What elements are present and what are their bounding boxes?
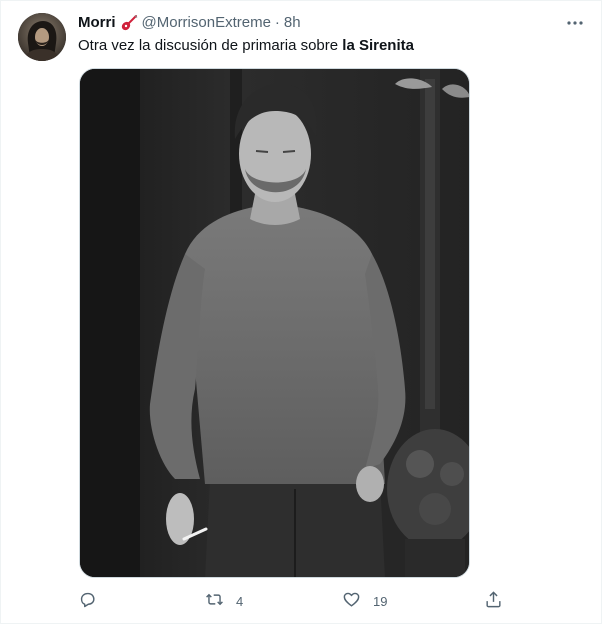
tweet-photo[interactable] — [79, 68, 470, 578]
tweet-time[interactable]: 8h — [284, 13, 301, 33]
avatar[interactable] — [18, 13, 66, 61]
author-name[interactable]: Morri — [78, 13, 116, 33]
reply-button[interactable] — [78, 589, 109, 613]
share-button[interactable] — [484, 589, 515, 613]
share-icon — [484, 590, 503, 612]
tweet-header: Morri @MorrisonExtreme · 8h — [78, 13, 585, 33]
retweet-button[interactable]: 4 — [205, 589, 243, 613]
author-handle[interactable]: @MorrisonExtreme — [142, 13, 271, 33]
tweet-text-prefix: Otra vez la discusión de primaria sobre — [78, 37, 343, 54]
guitar-emoji-icon — [120, 14, 138, 32]
retweet-count: 4 — [236, 593, 244, 609]
more-options-icon[interactable] — [565, 13, 585, 33]
like-button[interactable]: 19 — [342, 589, 387, 613]
tweet-text-bold: la Sirenita — [342, 37, 414, 54]
tweet-actions: 4 19 — [78, 589, 508, 613]
reply-icon — [78, 590, 97, 612]
tweet-card[interactable]: Morri @MorrisonExtreme · 8h Otra vez la … — [0, 0, 602, 624]
tweet-text: Otra vez la discusión de primaria sobre … — [78, 36, 585, 56]
header-separator: · — [274, 14, 280, 31]
like-count: 19 — [373, 593, 388, 609]
retweet-icon — [205, 590, 224, 612]
heart-icon — [342, 590, 361, 612]
